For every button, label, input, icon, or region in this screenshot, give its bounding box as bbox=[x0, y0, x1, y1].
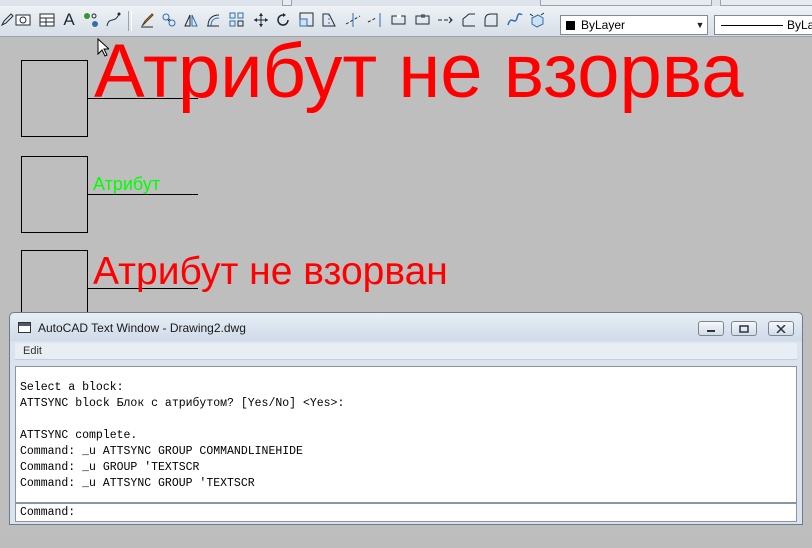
menu-edit[interactable]: Edit bbox=[23, 345, 42, 357]
modify-toolbar: A ByLayer ▼ ByLa bbox=[0, 6, 812, 37]
command-history-line: ATTSYNC block Блок с атрибутом? [Yes/No]… bbox=[20, 397, 345, 410]
bottom-strip bbox=[0, 538, 812, 548]
stretch-icon[interactable] bbox=[320, 11, 338, 29]
block-attribute-text[interactable]: Атрибут не взорван bbox=[93, 252, 448, 291]
block-leader-line bbox=[88, 194, 198, 195]
command-history-line: ATTSYNC complete. bbox=[20, 429, 138, 442]
break-icon[interactable] bbox=[390, 11, 408, 29]
command-history-line: Command: _u ATTSYNC GROUP 'TEXTSCR bbox=[20, 477, 255, 490]
table-icon[interactable] bbox=[14, 11, 32, 29]
attribute-definition-icon[interactable] bbox=[82, 11, 100, 29]
offset-icon[interactable] bbox=[204, 11, 222, 29]
command-history-line: Command: _u GROUP 'TEXTSCR bbox=[20, 461, 200, 474]
command-history[interactable]: Select a block: ATTSYNC block Блок с атри… bbox=[15, 366, 797, 503]
block-attribute-text[interactable]: Атрибут не взорва bbox=[94, 37, 744, 110]
linetype-sample bbox=[721, 25, 783, 26]
fillet-icon[interactable] bbox=[482, 11, 500, 29]
chamfer-icon[interactable] bbox=[460, 11, 478, 29]
command-history-line: Command: _u ATTSYNC GROUP COMMANDLINEHID… bbox=[20, 445, 303, 458]
extend-icon[interactable] bbox=[366, 11, 384, 29]
rotate-icon[interactable] bbox=[274, 11, 292, 29]
color-dropdown[interactable]: ByLayer ▼ bbox=[560, 15, 708, 35]
minimize-button[interactable] bbox=[698, 321, 724, 336]
explode-icon[interactable] bbox=[528, 11, 546, 29]
app-window-icon bbox=[18, 322, 31, 333]
mouse-cursor-icon bbox=[97, 37, 111, 62]
color-value: ByLayer bbox=[581, 18, 626, 32]
table-icon[interactable] bbox=[38, 11, 56, 29]
chevron-down-icon: ▼ bbox=[695, 20, 705, 30]
edit-polyline-icon[interactable] bbox=[104, 11, 122, 29]
text-window-title: AutoCAD Text Window - Drawing2.dwg bbox=[38, 321, 246, 335]
trim-icon[interactable] bbox=[344, 11, 362, 29]
command-history-line: Select a block: bbox=[20, 381, 124, 394]
spline-icon[interactable] bbox=[506, 11, 524, 29]
text-icon[interactable]: A bbox=[60, 10, 78, 29]
scale-icon[interactable] bbox=[298, 11, 316, 29]
command-line-input[interactable]: Command: bbox=[15, 503, 797, 522]
join-icon[interactable] bbox=[436, 11, 454, 29]
toolbar-separator bbox=[128, 11, 132, 31]
linetype-dropdown[interactable]: ByLa bbox=[714, 15, 812, 35]
move-icon[interactable] bbox=[252, 11, 270, 29]
command-history-line bbox=[20, 412, 344, 428]
close-button[interactable] bbox=[768, 321, 794, 336]
block-rectangle[interactable] bbox=[21, 60, 88, 137]
block-attribute-text[interactable]: Атрибут bbox=[93, 175, 160, 193]
color-swatch bbox=[566, 20, 575, 30]
command-prompt: Command: bbox=[20, 506, 76, 519]
text-window-titlebar[interactable]: AutoCAD Text Window - Drawing2.dwg bbox=[10, 313, 802, 341]
maximize-button[interactable] bbox=[731, 321, 757, 336]
text-window-menubar: Edit bbox=[15, 343, 797, 360]
copy-icon[interactable] bbox=[160, 11, 178, 29]
block-rectangle[interactable] bbox=[21, 156, 88, 233]
command-history-text: Select a block: ATTSYNC block Блок с атри… bbox=[20, 380, 344, 492]
array-icon[interactable] bbox=[228, 11, 246, 29]
paintbrush-icon[interactable] bbox=[138, 11, 156, 29]
linetype-value: ByLa bbox=[787, 18, 812, 32]
join-icon[interactable] bbox=[414, 11, 432, 29]
mirror-icon[interactable] bbox=[182, 11, 200, 29]
text-window: AutoCAD Text Window - Drawing2.dwg Edit … bbox=[9, 312, 803, 525]
